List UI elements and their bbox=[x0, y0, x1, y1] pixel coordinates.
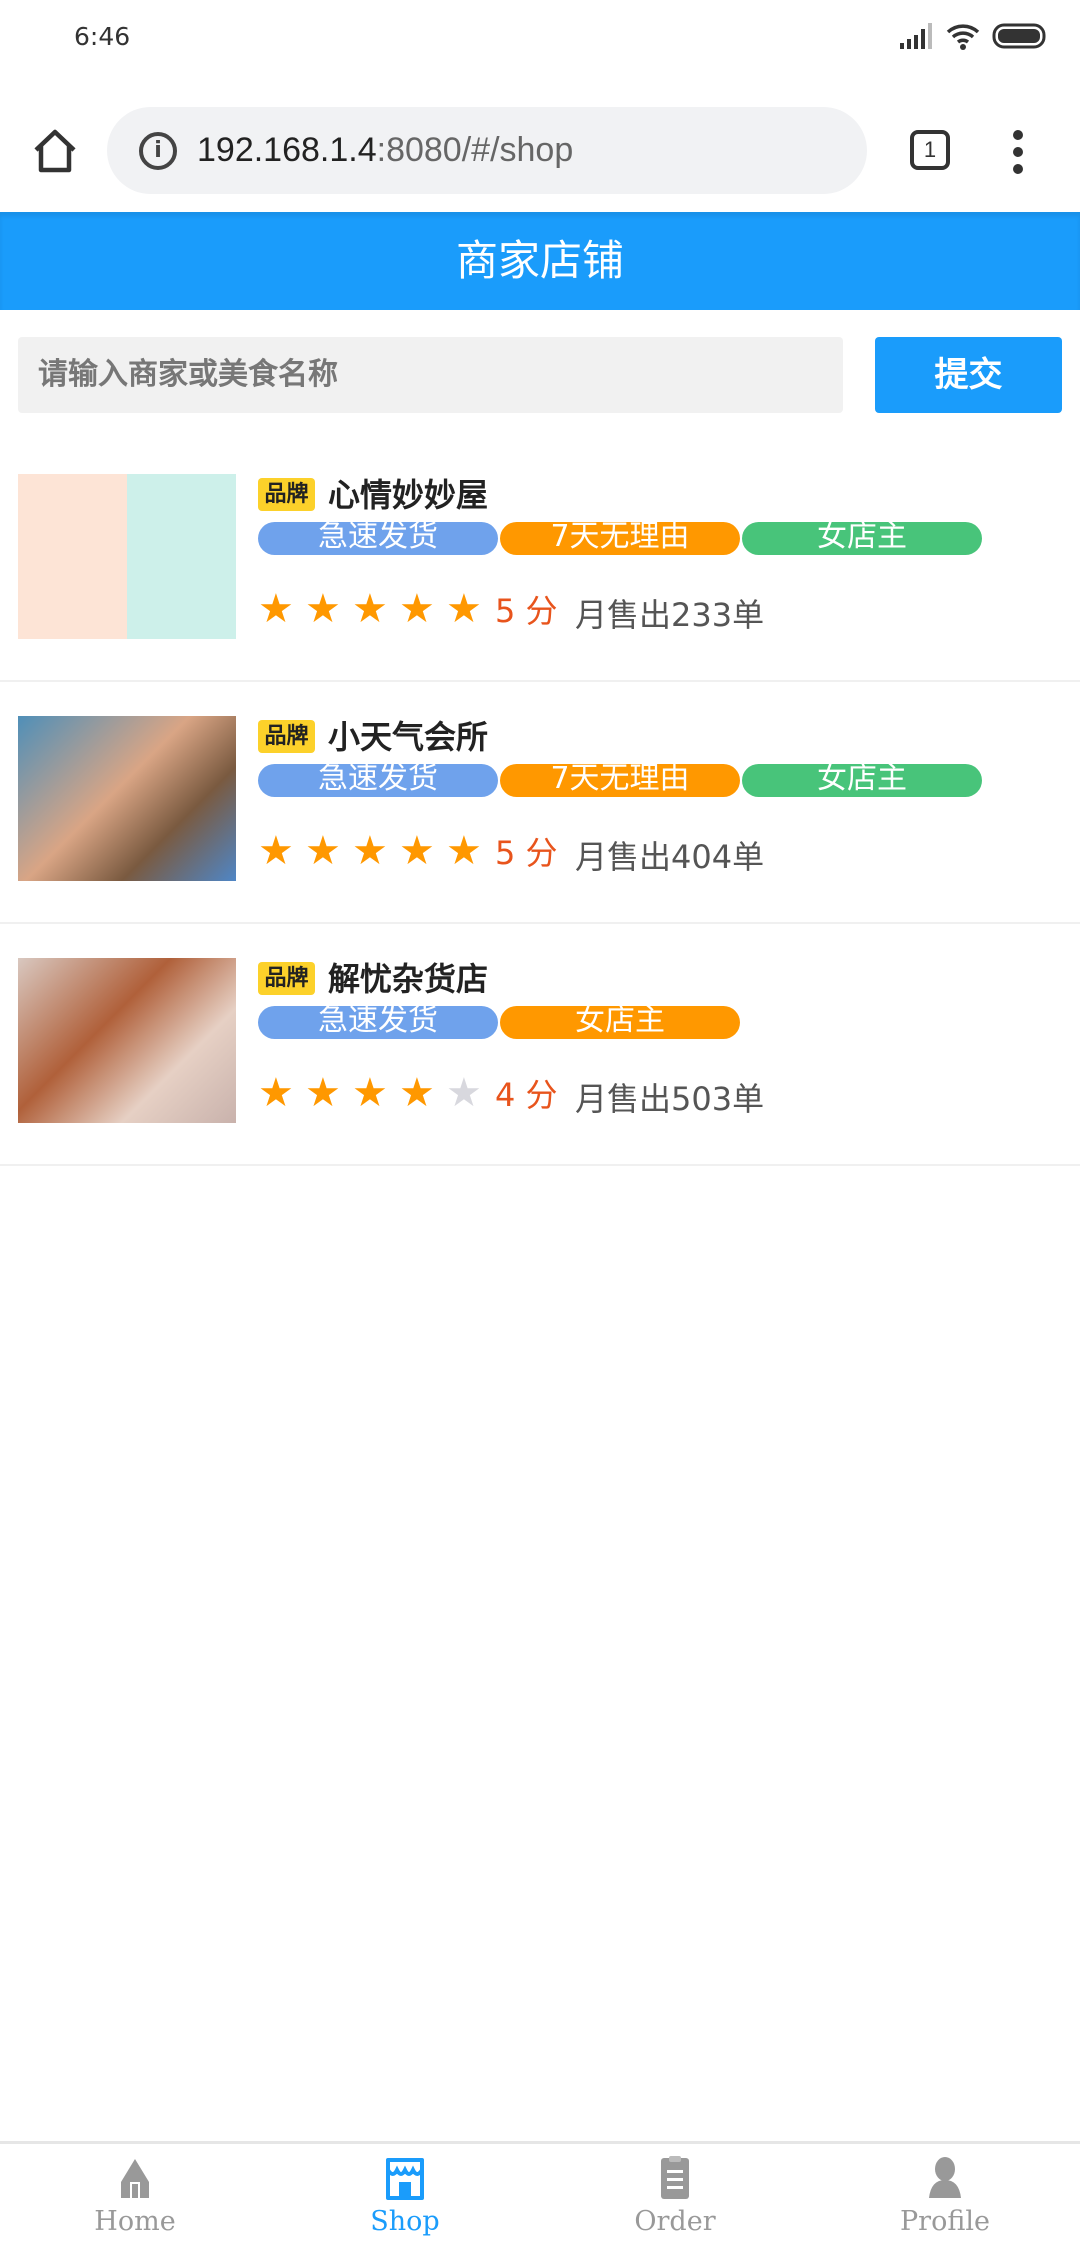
url-host: 192.168.1.4 bbox=[197, 131, 377, 169]
shop-tag: 女店主 bbox=[742, 522, 982, 555]
home-icon bbox=[121, 2159, 149, 2198]
shop-name: 解忧杂货店 bbox=[328, 960, 489, 998]
shop-thumbnail bbox=[18, 716, 236, 881]
shop-icon bbox=[386, 2158, 424, 2200]
bottom-nav: Home Shop Order Profile bbox=[0, 2141, 1080, 2248]
rating-score: 5 分 bbox=[495, 592, 558, 630]
info-icon[interactable]: i bbox=[139, 131, 177, 170]
nav-order-label: Order bbox=[634, 2206, 716, 2237]
more-menu-icon[interactable] bbox=[1010, 130, 1026, 174]
rating: ★ ★ ★ ★ ★ 4 分 bbox=[258, 1070, 558, 1116]
tag-row: 急速发货 女店主 bbox=[258, 1006, 740, 1039]
search-input[interactable]: 请输入商家或美食名称 bbox=[18, 337, 843, 413]
shop-tag: 7天无理由 bbox=[500, 522, 740, 555]
shop-list-item[interactable]: 品牌 解忧杂货店 急速发货 女店主 ★ ★ ★ ★ ★ 4 分 月售出503单 bbox=[0, 924, 1080, 1166]
shop-thumbnail bbox=[18, 958, 236, 1123]
wifi-icon bbox=[946, 24, 980, 50]
rating-score: 4 分 bbox=[495, 1076, 558, 1114]
star-icon: ★ bbox=[352, 828, 388, 874]
nav-profile-label: Profile bbox=[900, 2206, 990, 2237]
tab-switcher-button[interactable]: 1 bbox=[910, 130, 950, 170]
rating: ★ ★ ★ ★ ★ 5 分 bbox=[258, 828, 558, 874]
shop-tag: 急速发货 bbox=[258, 764, 498, 797]
shop-tag: 急速发货 bbox=[258, 1006, 498, 1039]
shop-tag: 急速发货 bbox=[258, 522, 498, 555]
status-bar: 6:46 bbox=[0, 0, 1080, 80]
star-icon: ★ bbox=[446, 1070, 482, 1116]
star-icon: ★ bbox=[305, 828, 341, 874]
star-icon: ★ bbox=[305, 586, 341, 632]
home-icon[interactable] bbox=[30, 126, 80, 176]
monthly-sales: 月售出233单 bbox=[575, 596, 765, 634]
shop-name: 心情妙妙屋 bbox=[328, 476, 489, 514]
star-icon: ★ bbox=[258, 1070, 294, 1116]
nav-profile[interactable]: Profile bbox=[810, 2144, 1080, 2248]
star-icon: ★ bbox=[305, 1070, 341, 1116]
star-icon: ★ bbox=[446, 828, 482, 874]
url-text: 192.168.1.4:8080/#/shop bbox=[197, 131, 573, 170]
star-icon: ★ bbox=[446, 586, 482, 632]
address-bar[interactable]: i 192.168.1.4:8080/#/shop bbox=[107, 107, 867, 194]
star-icon: ★ bbox=[352, 586, 388, 632]
rating-score: 5 分 bbox=[495, 834, 558, 872]
nav-shop[interactable]: Shop bbox=[270, 2144, 540, 2248]
tag-row: 急速发货 7天无理由 女店主 bbox=[258, 522, 982, 555]
nav-home-label: Home bbox=[94, 2206, 176, 2237]
nav-order[interactable]: Order bbox=[540, 2144, 810, 2248]
tag-row: 急速发货 7天无理由 女店主 bbox=[258, 764, 982, 797]
star-icon: ★ bbox=[258, 828, 294, 874]
monthly-sales: 月售出404单 bbox=[575, 838, 765, 876]
rating: ★ ★ ★ ★ ★ 5 分 bbox=[258, 586, 558, 632]
nav-shop-label: Shop bbox=[370, 2206, 440, 2237]
star-icon: ★ bbox=[352, 1070, 388, 1116]
user-icon bbox=[929, 2157, 961, 2198]
star-icon: ★ bbox=[399, 586, 435, 632]
shop-name: 小天气会所 bbox=[328, 718, 489, 756]
brand-badge: 品牌 bbox=[258, 962, 315, 995]
battery-icon bbox=[992, 23, 1046, 49]
submit-button[interactable]: 提交 bbox=[875, 337, 1062, 413]
shop-list-item[interactable]: 品牌 心情妙妙屋 急速发货 7天无理由 女店主 ★ ★ ★ ★ ★ 5 分 月售出233单 bbox=[0, 440, 1080, 682]
shop-list-item[interactable]: 品牌 小天气会所 急速发货 7天无理由 女店主 ★ ★ ★ ★ ★ 5 分 月售出404单 bbox=[0, 682, 1080, 924]
star-icon: ★ bbox=[399, 1070, 435, 1116]
brand-badge: 品牌 bbox=[258, 478, 315, 511]
monthly-sales: 月售出503单 bbox=[575, 1080, 765, 1118]
star-icon: ★ bbox=[399, 828, 435, 874]
browser-toolbar: i 192.168.1.4:8080/#/shop 1 bbox=[0, 100, 1080, 202]
status-time: 6:46 bbox=[74, 22, 131, 51]
star-icon: ★ bbox=[258, 586, 294, 632]
shop-tag: 7天无理由 bbox=[500, 764, 740, 797]
signal-icon bbox=[900, 23, 932, 49]
clipboard-icon bbox=[661, 2156, 689, 2199]
nav-home[interactable]: Home bbox=[0, 2144, 270, 2248]
url-path: :8080/#/shop bbox=[376, 131, 574, 169]
brand-badge: 品牌 bbox=[258, 720, 315, 753]
shop-thumbnail bbox=[18, 474, 236, 639]
shop-tag: 女店主 bbox=[742, 764, 982, 797]
shop-tag: 女店主 bbox=[500, 1006, 740, 1039]
page-title: 商家店铺 bbox=[0, 212, 1080, 310]
